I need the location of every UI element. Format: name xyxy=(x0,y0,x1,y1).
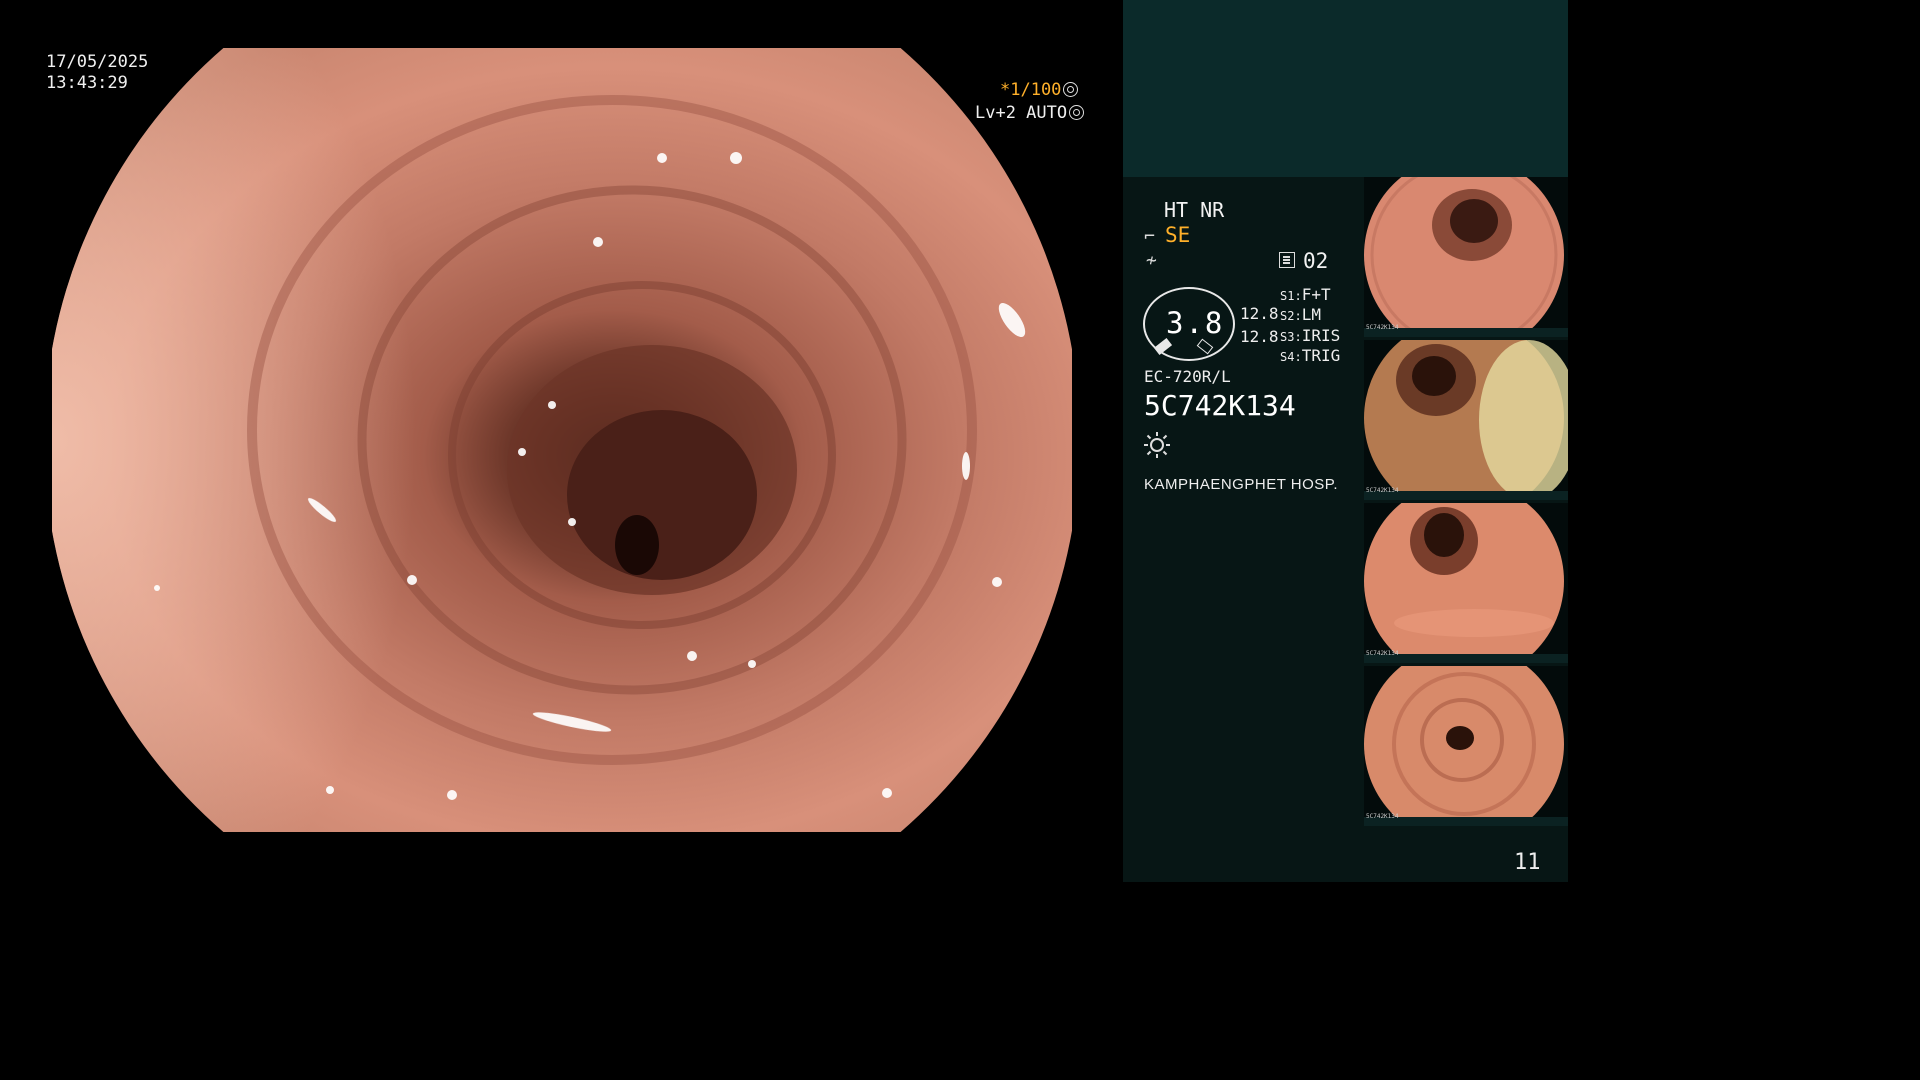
setting-label: S3: xyxy=(1280,330,1302,344)
thumbnail-image xyxy=(1364,177,1564,337)
shutter-text: *1/100 xyxy=(1000,80,1062,100)
info-panel-header xyxy=(1123,0,1568,177)
thumbnail-3[interactable]: 5C742K134 xyxy=(1364,503,1568,663)
setting-value: IRIS xyxy=(1301,326,1341,345)
date-text: 17/05/2025 xyxy=(46,52,149,72)
thumbnail-image xyxy=(1364,503,1564,663)
setting-value: F+T xyxy=(1301,285,1331,304)
shutter-icon xyxy=(1063,82,1079,97)
value-2: 12.8 xyxy=(1240,327,1279,346)
datetime-display: 17/05/2025 13:43:29 xyxy=(46,52,148,94)
thumbnail-label: 5C742K134 xyxy=(1366,650,1399,657)
shutter-speed: *1/100 xyxy=(1000,80,1079,100)
thumbnail-label: 5C742K134 xyxy=(1366,487,1399,494)
page-number: 11 xyxy=(1514,850,1541,875)
ht-nr-label: HT NR xyxy=(1164,198,1225,222)
exposure-level: Lv+2 AUTO xyxy=(975,103,1085,124)
scope-model: EC-720R/L xyxy=(1144,367,1231,386)
light-source-icon xyxy=(1144,432,1170,458)
thumbnail-4[interactable]: 5C742K134 xyxy=(1364,666,1568,826)
setting-s4: S4:TRIG xyxy=(1280,346,1340,365)
setting-s1: S1:F+T xyxy=(1280,285,1331,304)
thumbnail-image xyxy=(1364,340,1568,500)
setting-value: TRIG xyxy=(1301,346,1341,365)
iris-icon xyxy=(1069,105,1085,120)
setting-label: S1: xyxy=(1280,289,1302,303)
setting-label: S2: xyxy=(1280,309,1302,323)
level-text: Lv+2 AUTO xyxy=(975,103,1068,123)
enhance-icon: ≁ xyxy=(1146,250,1157,271)
setting-s2: S2:LM xyxy=(1280,305,1321,324)
setting-label: S4: xyxy=(1280,350,1302,364)
value-1: 12.8 xyxy=(1240,304,1279,323)
endoscope-view xyxy=(52,48,1072,832)
scope-serial: 5C742K134 xyxy=(1144,389,1296,422)
memory-number: 02 xyxy=(1303,249,1329,273)
hospital-name: KAMPHAENGPHET HOSP. xyxy=(1144,476,1338,493)
structure-enhance-icon: ⌐ xyxy=(1144,226,1155,247)
time-text: 13:43:29 xyxy=(46,73,128,93)
thumbnail-label: 5C742K134 xyxy=(1366,324,1399,331)
setting-value: LM xyxy=(1301,305,1321,324)
thumbnail-image xyxy=(1364,666,1564,826)
se-label: SE xyxy=(1165,223,1191,247)
setting-s3: S3:IRIS xyxy=(1280,326,1340,345)
memory-icon xyxy=(1279,252,1295,268)
thumbnail-1[interactable]: 5C742K134 xyxy=(1364,177,1568,337)
thumbnail-2[interactable]: 5C742K134 xyxy=(1364,340,1568,500)
thumbnail-label: 5C742K134 xyxy=(1366,813,1399,820)
gauge-value: 3.8 xyxy=(1166,306,1225,340)
